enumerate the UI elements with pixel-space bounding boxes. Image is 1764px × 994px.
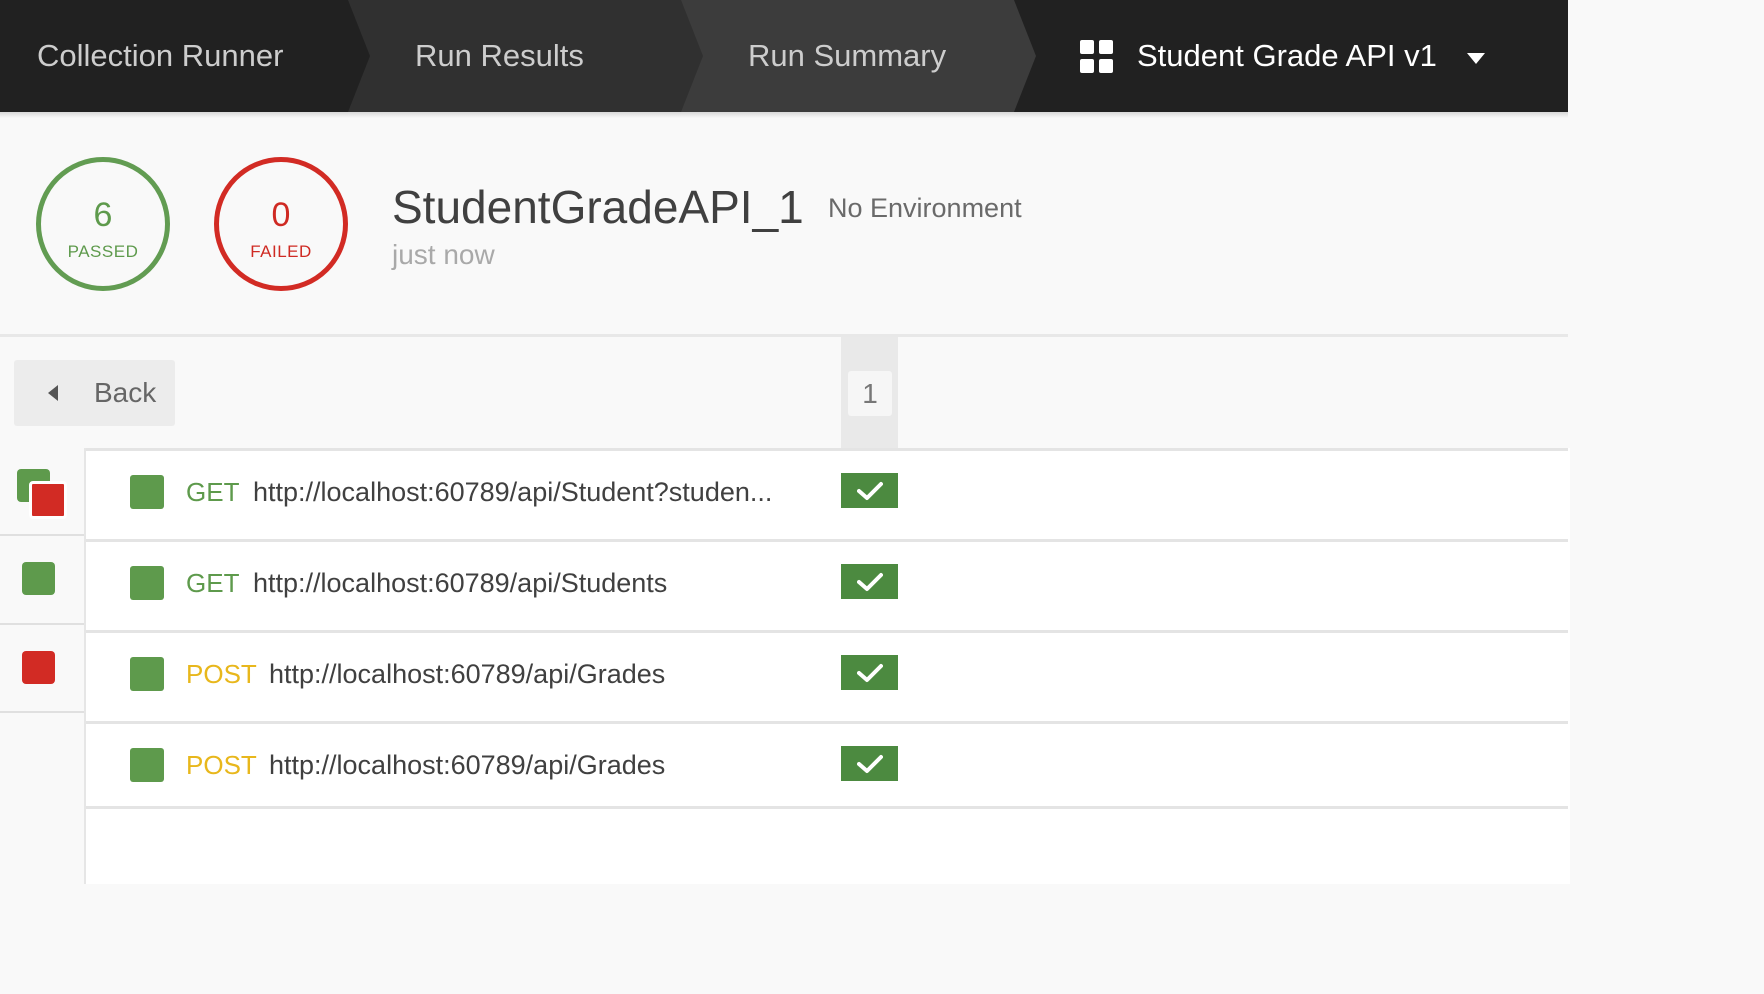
summary-divider [0,334,1568,337]
request-status-icon [130,475,164,509]
request-method: POST [186,750,257,780]
filter-separator [0,711,84,713]
filter-separator [0,623,84,625]
request-row[interactable]: POST http://localhost:60789/api/Grades [86,630,1568,716]
request-row[interactable]: POST http://localhost:60789/api/Grades [86,721,1568,807]
back-button-label: Back [94,377,157,408]
tab-run-results-label: Run Results [415,38,584,73]
grid-icon [1080,39,1113,73]
top-nav-bar: Run Summary Run Results Collection Runne… [0,0,1568,112]
request-url: http://localhost:60789/api/Student?stude… [253,477,773,507]
filter-all-icon-red[interactable] [29,481,67,519]
check-icon[interactable] [841,655,898,690]
iteration-badge[interactable]: 1 [848,371,892,416]
passed-count-ring: 6 PASSED [36,157,170,291]
collection-selector[interactable]: Student Grade API v1 [1080,0,1485,112]
check-icon[interactable] [841,746,898,781]
filter-passed-icon[interactable] [22,562,55,595]
run-time: just now [392,239,495,270]
passed-count: 6 [93,196,113,234]
check-icon[interactable] [841,564,898,599]
failed-count-ring: 0 FAILED [214,157,348,291]
request-row[interactable]: GET http://localhost:60789/api/Student?s… [86,448,1568,534]
collection-name: StudentGradeAPI_1 [392,181,804,233]
request-method: GET [186,568,240,598]
request-url: http://localhost:60789/api/Grades [269,750,666,780]
tab-collection-runner-label: Collection Runner [37,38,284,73]
passed-label: PASSED [67,242,139,261]
back-button[interactable]: Back [14,360,175,426]
failed-label: FAILED [250,242,312,261]
tab-collection-runner[interactable]: Collection Runner [0,0,370,112]
topbar-shadow [0,112,1568,118]
caret-left-icon [48,385,58,401]
request-method: GET [186,477,240,507]
list-end-divider [86,806,1568,809]
caret-down-icon [1466,52,1485,64]
request-status-icon [130,566,164,600]
environment-name: No Environment [828,193,1022,223]
request-status-icon [130,748,164,782]
request-row[interactable]: GET http://localhost:60789/api/Students [86,539,1568,625]
request-url: http://localhost:60789/api/Grades [269,659,666,689]
failed-count: 0 [271,196,291,234]
collection-selector-label: Student Grade API v1 [1137,38,1437,73]
filter-separator [0,534,84,536]
request-status-icon [130,657,164,691]
request-method: POST [186,659,257,689]
request-url: http://localhost:60789/api/Students [253,568,668,598]
tab-run-summary-label: Run Summary [748,38,947,73]
check-icon[interactable] [841,473,898,508]
filter-failed-icon[interactable] [22,651,55,684]
